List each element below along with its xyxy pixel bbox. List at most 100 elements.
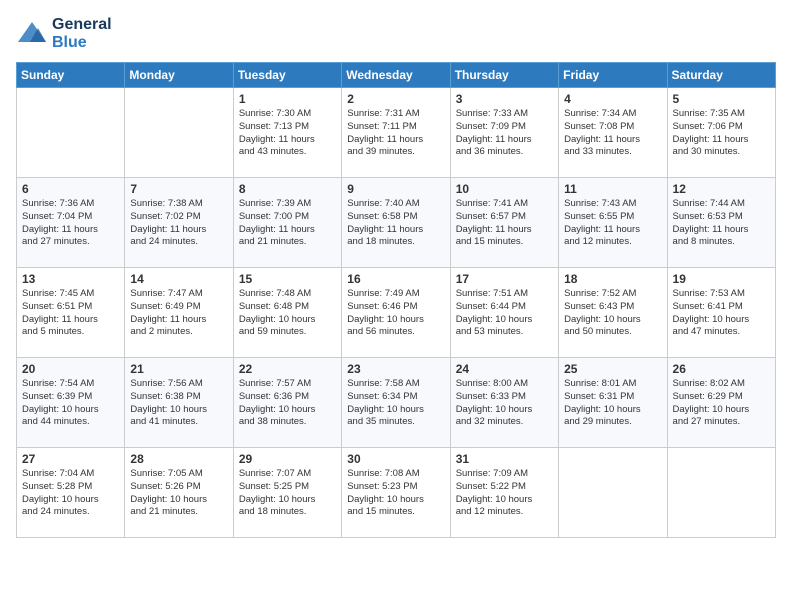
calendar-cell (17, 88, 125, 178)
day-number: 8 (239, 182, 336, 196)
day-info: Sunrise: 7:35 AM Sunset: 7:06 PM Dayligh… (673, 108, 770, 159)
day-info: Sunrise: 7:58 AM Sunset: 6:34 PM Dayligh… (347, 378, 444, 429)
calendar-cell: 3 Sunrise: 7:33 AM Sunset: 7:09 PM Daylig… (450, 88, 558, 178)
page-header: General Blue (16, 16, 776, 52)
column-header-friday: Friday (559, 63, 667, 88)
week-row-1: 1 Sunrise: 7:30 AM Sunset: 7:13 PM Daylig… (17, 88, 776, 178)
day-number: 1 (239, 92, 336, 106)
day-info: Sunrise: 7:38 AM Sunset: 7:02 PM Dayligh… (130, 198, 227, 249)
day-info: Sunrise: 7:49 AM Sunset: 6:46 PM Dayligh… (347, 288, 444, 339)
calendar-cell: 11Sunrise: 7:43 AM Sunset: 6:55 PM Dayli… (559, 178, 667, 268)
day-info: Sunrise: 8:01 AM Sunset: 6:31 PM Dayligh… (564, 378, 661, 429)
day-info: Sunrise: 7:48 AM Sunset: 6:48 PM Dayligh… (239, 288, 336, 339)
day-info: Sunrise: 7:09 AM Sunset: 5:22 PM Dayligh… (456, 468, 553, 519)
column-header-wednesday: Wednesday (342, 63, 450, 88)
day-number: 24 (456, 362, 553, 376)
day-info: Sunrise: 7:47 AM Sunset: 6:49 PM Dayligh… (130, 288, 227, 339)
calendar-cell: 19Sunrise: 7:53 AM Sunset: 6:41 PM Dayli… (667, 268, 775, 358)
calendar-cell: 7 Sunrise: 7:38 AM Sunset: 7:02 PM Daylig… (125, 178, 233, 268)
calendar-cell (559, 448, 667, 538)
column-header-saturday: Saturday (667, 63, 775, 88)
day-info: Sunrise: 7:57 AM Sunset: 6:36 PM Dayligh… (239, 378, 336, 429)
day-info: Sunrise: 8:02 AM Sunset: 6:29 PM Dayligh… (673, 378, 770, 429)
day-info: Sunrise: 7:36 AM Sunset: 7:04 PM Dayligh… (22, 198, 119, 249)
calendar-cell: 23 Sunrise: 7:58 AM Sunset: 6:34 PM Dayli… (342, 358, 450, 448)
calendar-cell: 29Sunrise: 7:07 AM Sunset: 5:25 PM Dayli… (233, 448, 341, 538)
day-info: Sunrise: 7:31 AM Sunset: 7:11 PM Dayligh… (347, 108, 444, 159)
day-info: Sunrise: 7:34 AM Sunset: 7:08 PM Dayligh… (564, 108, 661, 159)
day-number: 30 (347, 452, 444, 466)
day-info: Sunrise: 7:33 AM Sunset: 7:09 PM Dayligh… (456, 108, 553, 159)
calendar-cell: 1 Sunrise: 7:30 AM Sunset: 7:13 PM Daylig… (233, 88, 341, 178)
day-number: 21 (130, 362, 227, 376)
day-number: 6 (22, 182, 119, 196)
column-header-sunday: Sunday (17, 63, 125, 88)
calendar-cell: 2 Sunrise: 7:31 AM Sunset: 7:11 PM Daylig… (342, 88, 450, 178)
calendar-cell: 10 Sunrise: 7:41 AM Sunset: 6:57 PM Dayli… (450, 178, 558, 268)
day-number: 31 (456, 452, 553, 466)
calendar-cell: 13 Sunrise: 7:45 AM Sunset: 6:51 PM Dayli… (17, 268, 125, 358)
day-number: 3 (456, 92, 553, 106)
column-header-monday: Monday (125, 63, 233, 88)
day-number: 18 (564, 272, 661, 286)
day-info: Sunrise: 7:04 AM Sunset: 5:28 PM Dayligh… (22, 468, 119, 519)
calendar-cell: 5 Sunrise: 7:35 AM Sunset: 7:06 PM Daylig… (667, 88, 775, 178)
calendar-cell: 18 Sunrise: 7:52 AM Sunset: 6:43 PM Dayli… (559, 268, 667, 358)
calendar-table: SundayMondayTuesdayWednesdayThursdayFrid… (16, 62, 776, 538)
day-number: 9 (347, 182, 444, 196)
day-number: 4 (564, 92, 661, 106)
day-info: Sunrise: 8:00 AM Sunset: 6:33 PM Dayligh… (456, 378, 553, 429)
column-header-tuesday: Tuesday (233, 63, 341, 88)
day-number: 19 (673, 272, 770, 286)
day-info: Sunrise: 7:39 AM Sunset: 7:00 PM Dayligh… (239, 198, 336, 249)
calendar-cell: 31 Sunrise: 7:09 AM Sunset: 5:22 PM Dayli… (450, 448, 558, 538)
day-info: Sunrise: 7:07 AM Sunset: 5:25 PM Dayligh… (239, 468, 336, 519)
day-info: Sunrise: 7:52 AM Sunset: 6:43 PM Dayligh… (564, 288, 661, 339)
day-info: Sunrise: 7:44 AM Sunset: 6:53 PM Dayligh… (673, 198, 770, 249)
day-number: 12 (673, 182, 770, 196)
day-number: 25 (564, 362, 661, 376)
day-info: Sunrise: 7:43 AM Sunset: 6:55 PM Dayligh… (564, 198, 661, 249)
day-info: Sunrise: 7:45 AM Sunset: 6:51 PM Dayligh… (22, 288, 119, 339)
day-info: Sunrise: 7:41 AM Sunset: 6:57 PM Dayligh… (456, 198, 553, 249)
calendar-cell: 25 Sunrise: 8:01 AM Sunset: 6:31 PM Dayli… (559, 358, 667, 448)
calendar-cell (667, 448, 775, 538)
calendar-header-row: SundayMondayTuesdayWednesdayThursdayFrid… (17, 63, 776, 88)
calendar-cell: 24 Sunrise: 8:00 AM Sunset: 6:33 PM Dayli… (450, 358, 558, 448)
column-header-thursday: Thursday (450, 63, 558, 88)
day-info: Sunrise: 7:30 AM Sunset: 7:13 PM Dayligh… (239, 108, 336, 159)
day-info: Sunrise: 7:56 AM Sunset: 6:38 PM Dayligh… (130, 378, 227, 429)
calendar-cell: 21 Sunrise: 7:56 AM Sunset: 6:38 PM Dayli… (125, 358, 233, 448)
day-number: 22 (239, 362, 336, 376)
calendar-cell: 28Sunrise: 7:05 AM Sunset: 5:26 PM Dayli… (125, 448, 233, 538)
calendar-cell: 27 Sunrise: 7:04 AM Sunset: 5:28 PM Dayli… (17, 448, 125, 538)
day-number: 14 (130, 272, 227, 286)
calendar-cell: 8 Sunrise: 7:39 AM Sunset: 7:00 PM Daylig… (233, 178, 341, 268)
week-row-2: 6 Sunrise: 7:36 AM Sunset: 7:04 PM Daylig… (17, 178, 776, 268)
day-info: Sunrise: 7:08 AM Sunset: 5:23 PM Dayligh… (347, 468, 444, 519)
day-number: 10 (456, 182, 553, 196)
day-number: 7 (130, 182, 227, 196)
day-number: 13 (22, 272, 119, 286)
day-number: 28 (130, 452, 227, 466)
day-number: 20 (22, 362, 119, 376)
day-number: 27 (22, 452, 119, 466)
day-number: 17 (456, 272, 553, 286)
day-number: 23 (347, 362, 444, 376)
day-number: 16 (347, 272, 444, 286)
day-number: 5 (673, 92, 770, 106)
calendar-cell: 22 Sunrise: 7:57 AM Sunset: 6:36 PM Dayli… (233, 358, 341, 448)
calendar-cell: 30 Sunrise: 7:08 AM Sunset: 5:23 PM Dayli… (342, 448, 450, 538)
calendar-cell: 4 Sunrise: 7:34 AM Sunset: 7:08 PM Daylig… (559, 88, 667, 178)
day-number: 26 (673, 362, 770, 376)
calendar-cell: 9 Sunrise: 7:40 AM Sunset: 6:58 PM Daylig… (342, 178, 450, 268)
day-info: Sunrise: 7:51 AM Sunset: 6:44 PM Dayligh… (456, 288, 553, 339)
week-row-4: 20Sunrise: 7:54 AM Sunset: 6:39 PM Dayli… (17, 358, 776, 448)
day-number: 2 (347, 92, 444, 106)
calendar-cell: 20Sunrise: 7:54 AM Sunset: 6:39 PM Dayli… (17, 358, 125, 448)
week-row-5: 27 Sunrise: 7:04 AM Sunset: 5:28 PM Dayli… (17, 448, 776, 538)
day-info: Sunrise: 7:40 AM Sunset: 6:58 PM Dayligh… (347, 198, 444, 249)
calendar-cell: 26 Sunrise: 8:02 AM Sunset: 6:29 PM Dayli… (667, 358, 775, 448)
calendar-cell: 12 Sunrise: 7:44 AM Sunset: 6:53 PM Dayli… (667, 178, 775, 268)
week-row-3: 13 Sunrise: 7:45 AM Sunset: 6:51 PM Dayli… (17, 268, 776, 358)
